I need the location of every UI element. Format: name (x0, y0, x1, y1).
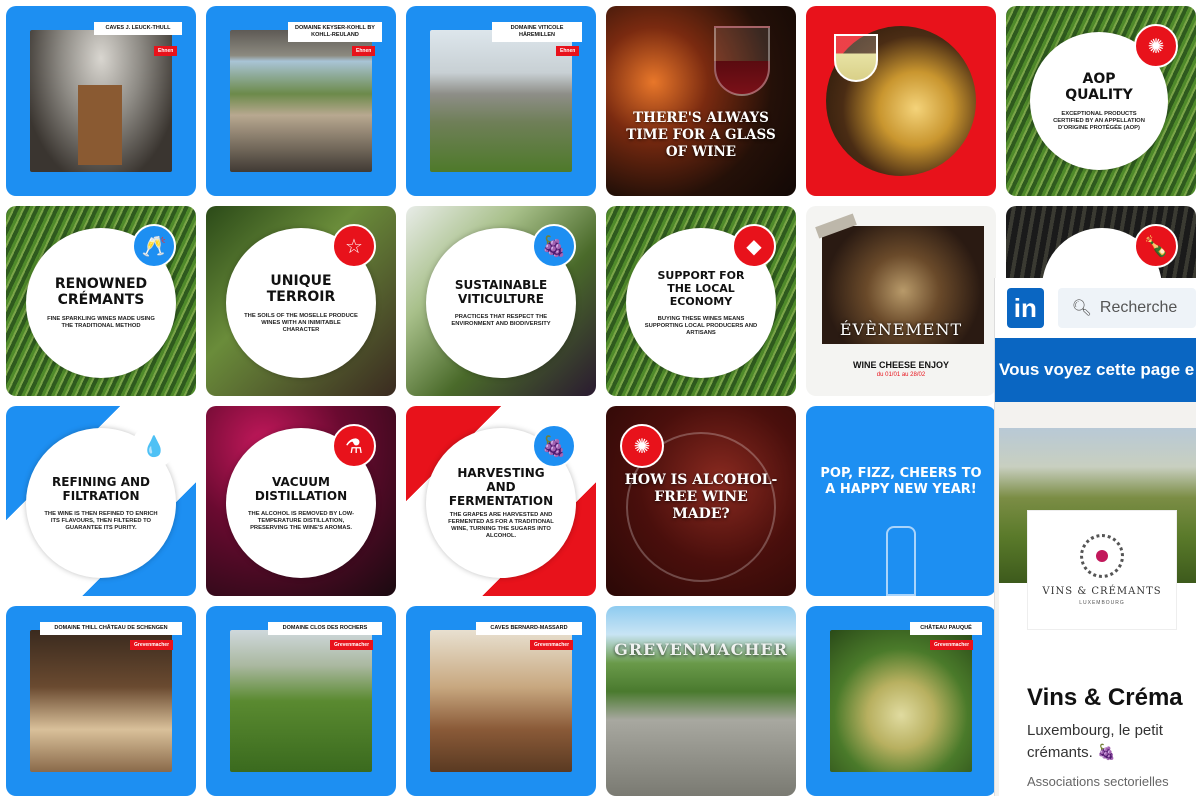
page-view-banner: Vous voyez cette page e (995, 338, 1196, 402)
post-renowned-cremants[interactable]: RENOWNED CRÉMANTS FINE SPARKLING WINES M… (6, 206, 196, 396)
feature-desc: THE ALCOHOL IS REMOVED BY LOW-TEMPERATUR… (247, 510, 355, 531)
tagline-line: crémants. 🍇 (1027, 744, 1116, 761)
grapes-photo (830, 630, 972, 772)
post-alcohol-free-wine[interactable]: ✺ HOW IS ALCOHOL-FREE WINE MADE? (606, 406, 796, 596)
rosette-icon (1080, 534, 1124, 578)
post-sustainable-viticulture[interactable]: SUSTAINABLE VITICULTURE PRACTICES THAT R… (406, 206, 596, 396)
post-clos-des-rochers[interactable]: DOMAINE CLOS DES ROCHERS Grevenmacher (206, 606, 396, 796)
winery-building-photo (430, 30, 572, 172)
feature-title: REFINING AND FILTRATION (52, 474, 150, 503)
post-chateau-pauque[interactable]: CHÂTEAU PAUQUÉ Grevenmacher (806, 606, 996, 796)
feature-desc: EXCEPTIONAL PRODUCTS CERTIFIED BY AN APP… (1053, 110, 1145, 131)
location-badge: Grevenmacher (530, 640, 574, 650)
bottle-icon: 🍾 (1134, 224, 1178, 268)
star-icon: ☆ (332, 224, 376, 268)
winery-label: DOMAINE THILL CHÂTEAU DE SCHENGEN (40, 622, 182, 635)
champagne-bottle-icon (886, 526, 916, 596)
grapes-icon: 🍇 (532, 224, 576, 268)
vineyard-photo (230, 630, 372, 772)
post-vacuum-distillation[interactable]: VACUUM DISTILLATION THE ALCOHOL IS REMOV… (206, 406, 396, 596)
winery-label: CHÂTEAU PAUQUÉ (910, 622, 982, 635)
location-badge: Ehnen (556, 46, 580, 56)
company-category: Associations sectorielles (1027, 774, 1169, 789)
feature-title: SUSTAINABLE VITICULTURE (454, 278, 548, 306)
feature-desc: FINE SPARKLING WINES MADE USING THE TRAD… (47, 316, 155, 329)
winery-label: DOMAINE VITICOLE HÄREMILLEN (492, 22, 582, 42)
white-wine-glass-icon (834, 34, 878, 82)
tagline-line: Luxembourg, le petit (1027, 722, 1163, 739)
feature-title: HARVESTING AND FERMENTATION (448, 466, 554, 508)
winery-label: DOMAINE KEYSER-KOHLL BY KOHLL-REULAND (288, 22, 382, 42)
post-happy-new-year[interactable]: POP, FIZZ, CHEERS TO A HAPPY NEW YEAR! (806, 406, 996, 596)
town-title: GREVENMACHER (614, 640, 788, 659)
wine-glass-icon (714, 26, 770, 96)
feature-desc: THE WINE IS THEN REFINED TO ENRICH ITS F… (44, 510, 158, 531)
aop-seal-icon: ✺ (620, 424, 664, 468)
search-input[interactable]: 🔍︎ Recherche (1057, 288, 1196, 328)
event-label: ÉVÈNEMENT (839, 320, 963, 339)
logo-subtext: LUXEMBOURG (1079, 600, 1125, 606)
company-card: VINS & CRÉMANTS LUXEMBOURG Vins & Créma … (999, 428, 1196, 796)
feature-title: SUPPORT FOR THE LOCAL ECONOMY (657, 269, 745, 308)
post-refining-filtration[interactable]: REFINING AND FILTRATION THE WINE IS THEN… (6, 406, 196, 596)
feature-title: AOP QUALITY (1065, 70, 1133, 103)
linkedin-header: in 🔍︎ Recherche (995, 278, 1196, 338)
post-unique-terroir[interactable]: UNIQUE TERROIR THE SOILS OF THE MOSELLE … (206, 206, 396, 396)
post-wine-bottles[interactable]: 🍾 (1006, 206, 1196, 278)
post-keyser-kohll[interactable]: DOMAINE KEYSER-KOHLL BY KOHLL-REULAND Eh… (206, 6, 396, 196)
post-caves-leuck-thull[interactable]: CAVES J. LEUCK-THULL Ehnen (6, 6, 196, 196)
logo-text: VINS & CRÉMANTS (1042, 586, 1162, 597)
table-shape (78, 85, 122, 165)
linkedin-panel: in 🔍︎ Recherche Vous voyez cette page e … (994, 278, 1196, 796)
feature-title: RENOWNED CRÉMANTS (54, 276, 148, 308)
winery-label: CAVES J. LEUCK-THULL (94, 22, 182, 35)
post-wine-cheese-enjoy[interactable]: ÉVÈNEMENT WINE CHEESE ENJOY du 01/01 au … (806, 206, 996, 396)
search-placeholder: Recherche (1099, 299, 1178, 316)
location-badge: Ehnen (352, 46, 376, 56)
luxembourg-map-icon: ◆ (732, 224, 776, 268)
company-name: Vins & Créma (1027, 684, 1183, 711)
distillery-icon: ⚗ (332, 424, 376, 468)
feature-title: UNIQUE TERROIR (266, 272, 336, 305)
search-icon: 🔍︎ (1071, 300, 1092, 317)
wine-shop-photo (430, 630, 572, 772)
headline: THERE'S ALWAYS TIME FOR A GLASS OF WINE (626, 110, 776, 160)
feature-desc: THE SOILS OF THE MOSELLE PRODUCE WINES W… (244, 312, 358, 333)
event-dates: du 01/01 au 28/02 (876, 372, 926, 378)
location-badge: Grevenmacher (330, 640, 374, 650)
feature-desc: THE GRAPES ARE HARVESTED AND FERMENTED A… (448, 512, 554, 539)
location-badge: Grevenmacher (130, 640, 174, 650)
linkedin-logo-icon[interactable]: in (1007, 288, 1044, 328)
location-badge: Ehnen (154, 46, 178, 56)
feature-title: VACUUM DISTILLATION (254, 474, 348, 503)
post-harvesting-fermentation[interactable]: HARVESTING AND FERMENTATION THE GRAPES A… (406, 406, 596, 596)
grape-press-icon: 🍇 (532, 424, 576, 468)
terrace-photo (230, 30, 372, 172)
post-haremillen[interactable]: DOMAINE VITICOLE HÄREMILLEN Ehnen (406, 6, 596, 196)
headline: POP, FIZZ, CHEERS TO A HAPPY NEW YEAR! (820, 466, 982, 497)
company-tagline: Luxembourg, le petit crémants. 🍇 (1027, 720, 1196, 764)
feature-desc: PRACTICES THAT RESPECT THE ENVIRONMENT A… (451, 314, 551, 327)
winery-label: CAVES BERNARD-MASSARD (476, 622, 582, 635)
post-aop-quality[interactable]: AOP QUALITY EXCEPTIONAL PRODUCTS CERTIFI… (1006, 6, 1196, 196)
company-logo[interactable]: VINS & CRÉMANTS LUXEMBOURG (1027, 510, 1177, 630)
post-domaine-thill[interactable]: DOMAINE THILL CHÂTEAU DE SCHENGEN Greven… (6, 606, 196, 796)
winery-label: DOMAINE CLOS DES ROCHERS (268, 622, 382, 635)
post-local-economy[interactable]: SUPPORT FOR THE LOCAL ECONOMY BUYING THE… (606, 206, 796, 396)
post-bernard-massard[interactable]: CAVES BERNARD-MASSARD Grevenmacher (406, 606, 596, 796)
champagne-glasses-icon: 🥂 (132, 224, 176, 268)
water-drops-icon: 💧 (132, 424, 176, 468)
event-title: WINE CHEESE ENJOY (852, 360, 950, 370)
cellar-photo (30, 30, 172, 172)
feature-desc: BUYING THESE WINES MEANS SUPPORTING LOCA… (644, 316, 758, 336)
post-grevenmacher[interactable]: GREVENMACHER (606, 606, 796, 796)
headline: HOW IS ALCOHOL-FREE WINE MADE? (624, 472, 778, 522)
post-raclette[interactable] (806, 6, 996, 196)
location-badge: Grevenmacher (930, 640, 974, 650)
post-glass-of-wine[interactable]: THERE'S ALWAYS TIME FOR A GLASS OF WINE (606, 6, 796, 196)
bottles-photo (30, 630, 172, 772)
aop-seal-icon: ✺ (1134, 24, 1178, 68)
